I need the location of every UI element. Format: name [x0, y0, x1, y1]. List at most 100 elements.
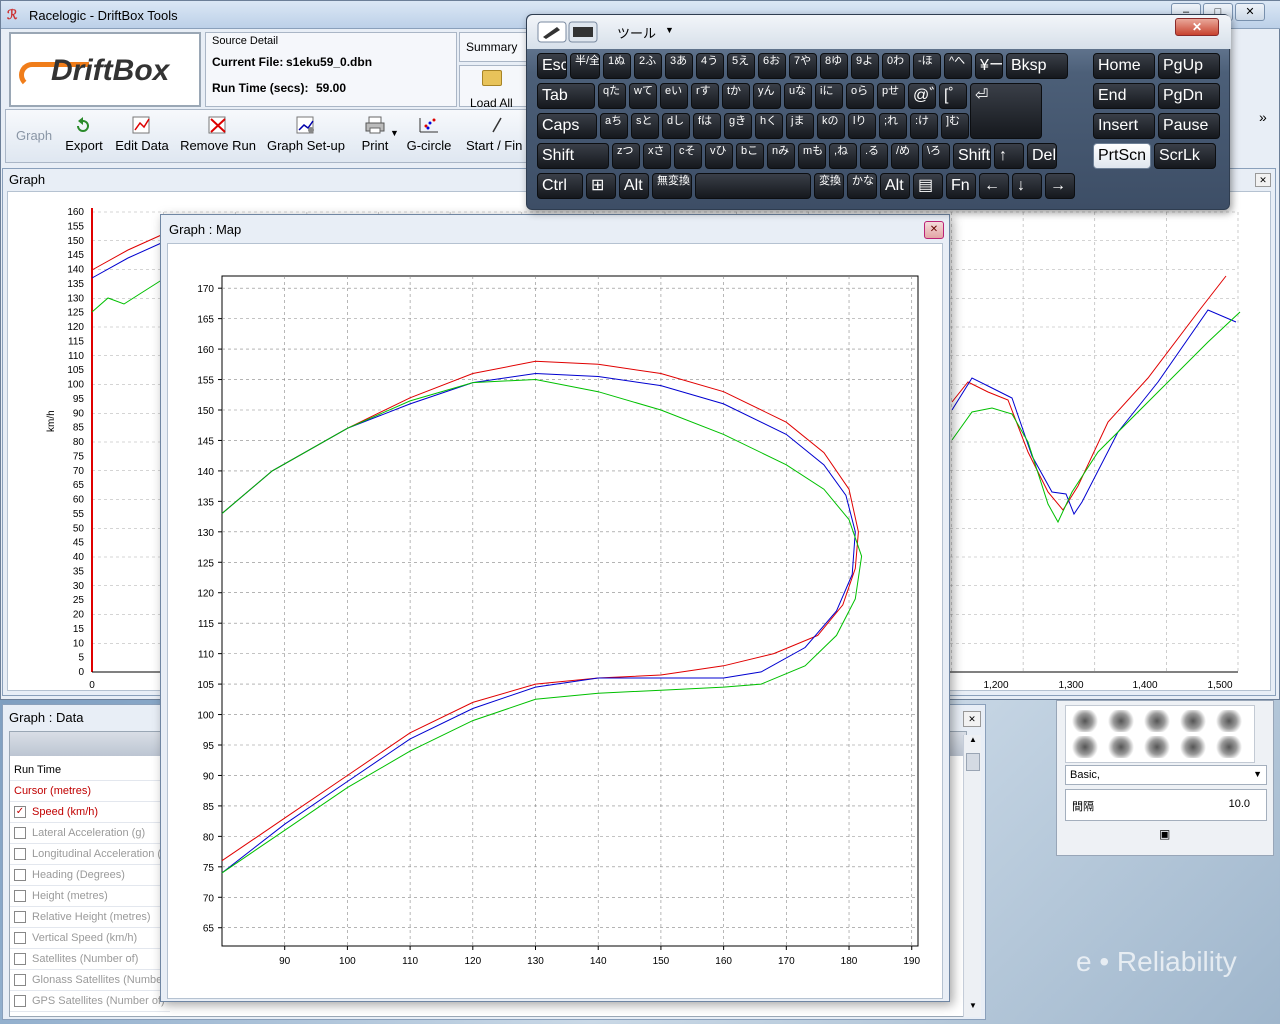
key-k[interactable]: kの [817, 113, 845, 139]
key-u[interactable]: uな [784, 83, 812, 109]
key-v[interactable]: vひ [705, 143, 733, 169]
data-row[interactable]: Glonass Satellites (Number [10, 970, 170, 991]
row-checkbox[interactable] [14, 953, 26, 966]
key-shift[interactable]: Shift [537, 143, 609, 169]
key-j[interactable]: jま [786, 113, 814, 139]
brush-thumb[interactable] [1106, 736, 1136, 758]
key-alt[interactable]: Alt [880, 173, 910, 199]
data-row[interactable]: Run Time [10, 760, 170, 781]
scroll-up-icon[interactable]: ▲ [966, 735, 980, 749]
key-9[interactable]: 9よ [851, 53, 879, 79]
key-a[interactable]: aち [600, 113, 628, 139]
key-[interactable]: [゜ [939, 83, 967, 109]
keyboard-tools-menu[interactable]: ツール [617, 23, 656, 42]
key-[interactable]: .る [860, 143, 888, 169]
data-panel-close-button[interactable]: ✕ [963, 711, 981, 727]
key-w[interactable]: wて [629, 83, 657, 109]
map-window[interactable]: Graph : Map ✕ 170 165 160 155 150 145 140 135 13… [160, 214, 950, 1002]
brush-preset-select[interactable]: Basic, ▼ [1065, 765, 1267, 785]
key-[interactable]: @゛ [908, 83, 936, 109]
map-close-button[interactable]: ✕ [924, 221, 944, 239]
key-caps[interactable]: Caps [537, 113, 597, 139]
key-[interactable]: → [1045, 173, 1075, 199]
key-insert[interactable]: Insert [1093, 113, 1155, 139]
key-win[interactable]: ⊞ [586, 173, 616, 199]
key-[interactable]: ¥ー [975, 53, 1003, 79]
brush-thumb[interactable] [1214, 736, 1244, 758]
key-s[interactable]: sと [631, 113, 659, 139]
scroll-down-icon[interactable]: ▼ [966, 1001, 980, 1015]
chevron-down-icon[interactable]: ▼ [665, 25, 674, 35]
data-row[interactable]: Heading (Degrees) [10, 865, 170, 886]
data-row[interactable]: ✓ Speed (km/h) [10, 802, 170, 823]
tab-summary[interactable]: Summary [459, 32, 527, 62]
data-row[interactable]: Vertical Speed (km/h) [10, 928, 170, 949]
key-del[interactable]: Del [1027, 143, 1057, 169]
g-circle-button[interactable]: G-circle [404, 116, 454, 160]
data-row[interactable]: Relative Height (metres) [10, 907, 170, 928]
key-alt[interactable]: Alt [619, 173, 649, 199]
row-checkbox[interactable] [14, 932, 26, 945]
graph-setup-button[interactable]: Graph Set-up [264, 116, 348, 160]
key-[interactable]: ← [979, 173, 1009, 199]
scroll-thumb[interactable] [966, 753, 980, 771]
key-e[interactable]: eい [660, 83, 688, 109]
key-enter[interactable]: ⏎ [970, 83, 1042, 139]
data-row[interactable]: GPS Satellites (Number of) [10, 991, 170, 1012]
key-end[interactable]: End [1093, 83, 1155, 109]
key-6[interactable]: 6お [758, 53, 786, 79]
close-button[interactable]: ✕ [1235, 3, 1265, 21]
key-prtscn[interactable]: PrtScn [1093, 143, 1151, 169]
load-all-button[interactable]: Load All [459, 65, 527, 110]
panel-menu-icon[interactable]: ▣ [1159, 827, 1170, 841]
data-row[interactable]: Height (metres) [10, 886, 170, 907]
key-[interactable]: ↓ [1012, 173, 1042, 199]
key-b[interactable]: bこ [736, 143, 764, 169]
key-[interactable]: ↑ [994, 143, 1024, 169]
brush-thumbnails[interactable] [1065, 705, 1255, 763]
data-row[interactable]: Cursor (metres) [10, 781, 170, 802]
print-dropdown-icon[interactable]: ▼ [390, 128, 399, 138]
keyboard-close-button[interactable]: ✕ [1175, 18, 1219, 36]
key-h[interactable]: hく [755, 113, 783, 139]
key-shift[interactable]: Shift [953, 143, 991, 169]
brush-thumb[interactable] [1070, 710, 1100, 732]
key-[interactable]: /め [891, 143, 919, 169]
data-scrollbar[interactable]: ▲ ▼ [963, 735, 981, 1017]
export-button[interactable]: Export [62, 116, 106, 160]
row-checkbox[interactable] [14, 911, 26, 924]
key-z[interactable]: zつ [612, 143, 640, 169]
key-[interactable]: ^へ [944, 53, 972, 79]
data-row[interactable]: Satellites (Number of) [10, 949, 170, 970]
key-[interactable]: \ろ [922, 143, 950, 169]
key-n[interactable]: nみ [767, 143, 795, 169]
toolbar-overflow-icon[interactable]: » [1259, 109, 1267, 125]
row-checkbox[interactable] [14, 869, 26, 882]
edit-data-button[interactable]: Edit Data [112, 116, 172, 160]
key-scrlk[interactable]: ScrLk [1154, 143, 1216, 169]
key-4[interactable]: 4う [696, 53, 724, 79]
row-checkbox[interactable] [14, 995, 26, 1008]
key-1[interactable]: 1ぬ [603, 53, 631, 79]
key-[interactable]: 半/全 [570, 53, 600, 79]
key-p[interactable]: pせ [877, 83, 905, 109]
key-pgup[interactable]: PgUp [1158, 53, 1220, 79]
key-m[interactable]: mも [798, 143, 826, 169]
key-home[interactable]: Home [1093, 53, 1155, 79]
key-7[interactable]: 7や [789, 53, 817, 79]
key-ctrl[interactable]: Ctrl [537, 173, 583, 199]
key-l[interactable]: lり [848, 113, 876, 139]
key-esc[interactable]: Esc [537, 53, 567, 79]
key-space[interactable] [695, 173, 811, 199]
brush-thumb[interactable] [1070, 736, 1100, 758]
key-t[interactable]: tか [722, 83, 750, 109]
key-5[interactable]: 5え [727, 53, 755, 79]
key-pause[interactable]: Pause [1158, 113, 1220, 139]
key-bksp[interactable]: Bksp [1006, 53, 1068, 79]
key-c[interactable]: cそ [674, 143, 702, 169]
brush-thumb[interactable] [1106, 710, 1136, 732]
key-pgdn[interactable]: PgDn [1158, 83, 1220, 109]
print-button[interactable]: Print [352, 116, 398, 160]
key-r[interactable]: rす [691, 83, 719, 109]
key-[interactable]: -ほ [913, 53, 941, 79]
